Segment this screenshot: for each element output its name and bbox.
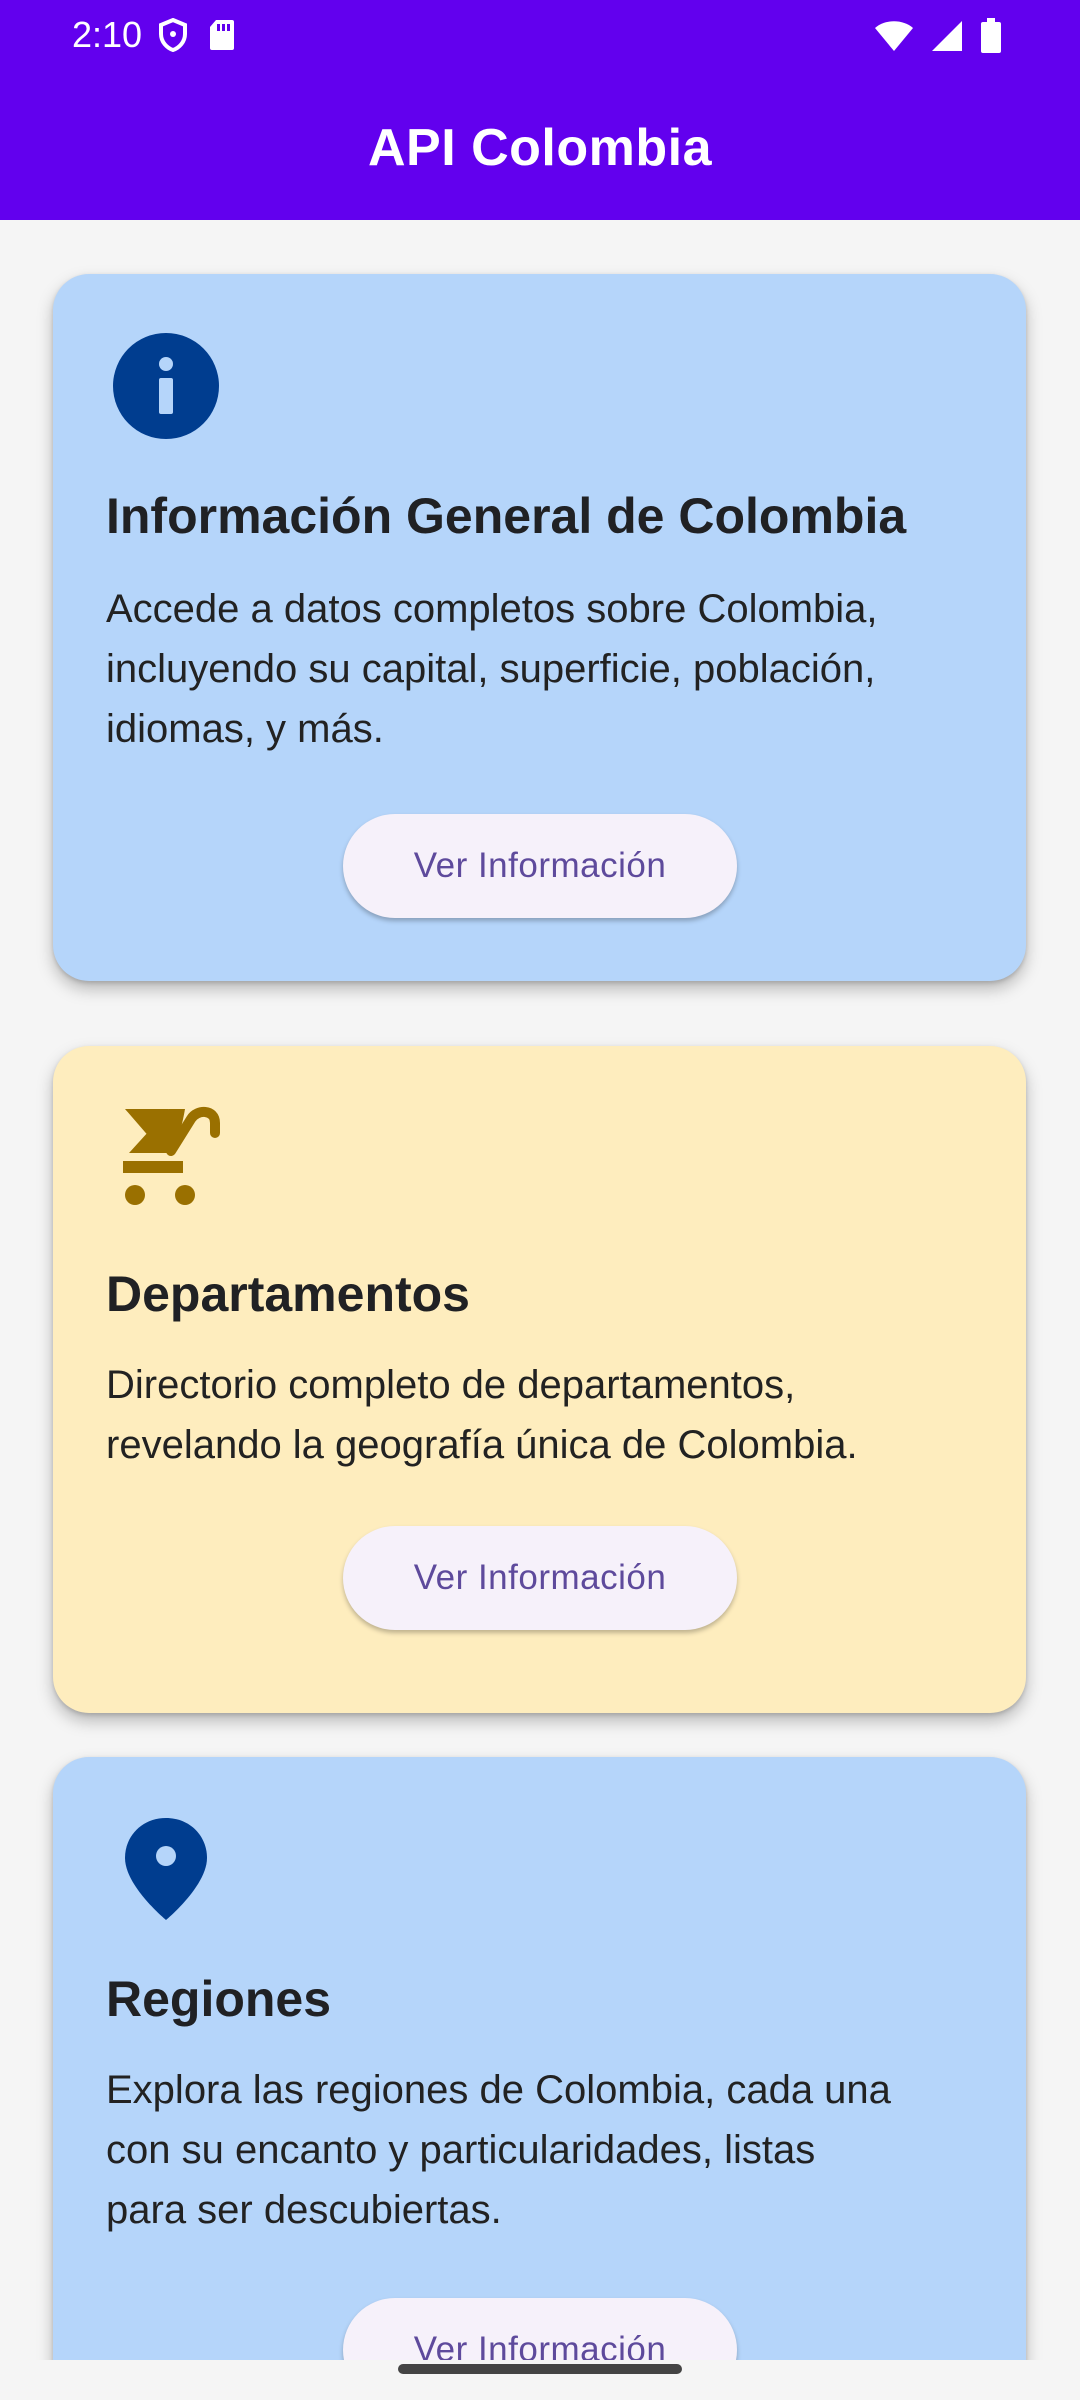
- sd-card-icon: [208, 18, 236, 57]
- wifi-icon: [874, 19, 914, 58]
- card-regiones[interactable]: Regiones Explora las regiones de Colombi…: [53, 1757, 1026, 2360]
- stroller-icon: [111, 1103, 221, 1213]
- app-bar: 2:10 API Colombia: [0, 0, 1080, 220]
- card-description: Directorio completo de departamentos, re…: [106, 1363, 858, 1467]
- ver-informacion-button[interactable]: Ver Información: [343, 814, 737, 918]
- location-pin-icon: [111, 1814, 221, 1924]
- status-bar: 2:10: [0, 0, 1080, 72]
- page-title: API Colombia: [367, 119, 713, 177]
- card-general-info[interactable]: Información General de Colombia Accede a…: [53, 274, 1026, 981]
- card-departamentos[interactable]: Departamentos Directorio completo de dep…: [53, 1046, 1026, 1713]
- card-title: Departamentos: [106, 1266, 470, 1322]
- ver-informacion-button[interactable]: Ver Información: [343, 1526, 737, 1630]
- card-description: Explora las regiones de Colombia, cada u…: [106, 2068, 891, 2232]
- shield-icon: [158, 17, 188, 57]
- battery-icon: [980, 18, 1002, 59]
- signal-icon: [930, 19, 964, 58]
- status-time: 2:10: [72, 14, 143, 55]
- info-icon: [111, 331, 221, 441]
- card-description: Accede a datos completos sobre Colombia,…: [106, 587, 878, 751]
- gesture-nav-handle[interactable]: [398, 2364, 682, 2374]
- card-title: Regiones: [106, 1971, 332, 2027]
- ver-informacion-button[interactable]: Ver Información: [343, 2298, 737, 2360]
- card-title: Información General de Colombia: [106, 488, 907, 544]
- card-list[interactable]: Información General de Colombia Accede a…: [0, 220, 1080, 2360]
